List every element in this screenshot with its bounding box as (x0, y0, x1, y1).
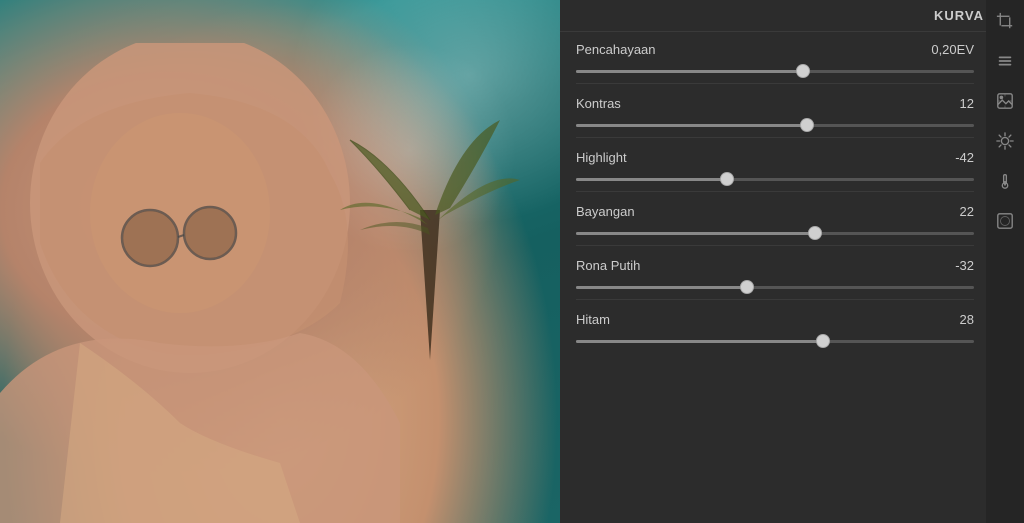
slider-label-rona-putih: Rona Putih (576, 258, 640, 273)
slider-value-highlight: -42 (934, 150, 974, 165)
photo-area (0, 0, 560, 523)
crop-icon[interactable] (994, 10, 1016, 32)
slider-label-highlight: Highlight (576, 150, 627, 165)
temperature-icon[interactable] (994, 170, 1016, 192)
sidebar-icons (986, 0, 1024, 523)
slider-track-hitam[interactable] (576, 331, 974, 351)
palm-tree (330, 60, 530, 360)
kurva-label: KURVA (934, 8, 984, 23)
slider-track-pencahayaan[interactable] (576, 61, 974, 81)
slider-track-bayangan[interactable] (576, 223, 974, 243)
slider-thumb-highlight[interactable] (720, 172, 734, 186)
slider-row-highlight: Highlight -42 (576, 150, 974, 198)
slider-value-hitam: 28 (934, 312, 974, 327)
brightness-icon[interactable] (994, 130, 1016, 152)
slider-row-hitam: Hitam 28 (576, 312, 974, 351)
slider-track-rona-putih[interactable] (576, 277, 974, 297)
slider-value-kontras: 12 (934, 96, 974, 111)
vignette-icon[interactable] (994, 210, 1016, 232)
slider-row-pencahayaan: Pencahayaan 0,20EV (576, 42, 974, 90)
slider-value-bayangan: 22 (934, 204, 974, 219)
slider-label-kontras: Kontras (576, 96, 621, 111)
slider-value-rona-putih: -32 (934, 258, 974, 273)
slider-track-kontras[interactable] (576, 115, 974, 135)
panel-header: KURVA (560, 0, 1024, 32)
slider-thumb-pencahayaan[interactable] (796, 64, 810, 78)
slider-label-pencahayaan: Pencahayaan (576, 42, 656, 57)
slider-row-bayangan: Bayangan 22 (576, 204, 974, 252)
slider-thumb-bayangan[interactable] (808, 226, 822, 240)
slider-label-bayangan: Bayangan (576, 204, 635, 219)
slider-track-highlight[interactable] (576, 169, 974, 189)
slider-row-kontras: Kontras 12 (576, 96, 974, 144)
sliders-panel: Pencahayaan 0,20EV Kontras 12 Highlight -42 Ba… (560, 32, 1024, 523)
slider-thumb-hitam[interactable] (816, 334, 830, 348)
slider-row-rona-putih: Rona Putih -32 (576, 258, 974, 306)
right-panel: KURVA Pencahayaan 0,20EV Kontras 12 Highligh… (560, 0, 1024, 523)
slider-thumb-rona-putih[interactable] (740, 280, 754, 294)
layers-icon[interactable] (994, 50, 1016, 72)
slider-value-pencahayaan: 0,20EV (931, 42, 974, 57)
image-enhance-icon[interactable] (994, 90, 1016, 112)
slider-thumb-kontras[interactable] (800, 118, 814, 132)
slider-label-hitam: Hitam (576, 312, 610, 327)
